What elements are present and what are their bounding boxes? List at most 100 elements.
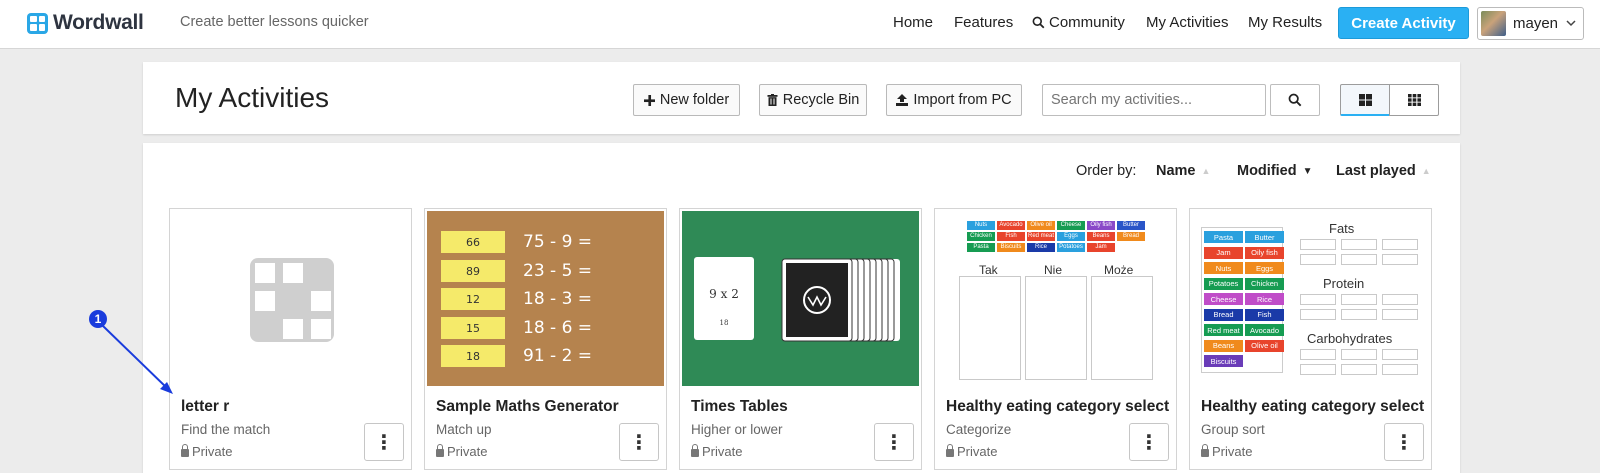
category-item: Cheese bbox=[1057, 221, 1085, 230]
activity-title[interactable]: Times Tables bbox=[691, 398, 788, 416]
import-from-pc-button[interactable]: Import from PC bbox=[886, 84, 1022, 116]
activity-menu-button[interactable]: ⋮ bbox=[1129, 423, 1169, 461]
group-slot bbox=[1341, 294, 1377, 305]
activity-thumbnail[interactable]: 9 x 2 18 bbox=[682, 211, 919, 386]
math-sum: 18 - 3 = bbox=[523, 289, 593, 309]
activity-title[interactable]: Sample Maths Generator bbox=[436, 398, 619, 416]
tagline: Create better lessons quicker bbox=[180, 14, 369, 30]
activity-privacy: Private bbox=[1201, 443, 1252, 459]
activity-menu-button[interactable]: ⋮ bbox=[874, 423, 914, 461]
group-sort-item: Rice bbox=[1245, 293, 1284, 305]
category-item: Beans bbox=[1087, 232, 1115, 241]
sticky-note: 15 bbox=[441, 317, 505, 339]
group-sort-item: Butter bbox=[1245, 231, 1284, 243]
activity-thumbnail[interactable] bbox=[172, 211, 409, 386]
activity-card[interactable]: 9 x 2 18 Times Tables Higher or lower Pr… bbox=[679, 208, 922, 470]
activity-card[interactable]: letter r Find the match Private ⋮ bbox=[169, 208, 412, 470]
category-item: Red meat bbox=[1027, 232, 1055, 241]
activity-menu-button[interactable]: ⋮ bbox=[619, 423, 659, 461]
search-input[interactable] bbox=[1042, 84, 1266, 116]
nav-my-activities[interactable]: My Activities bbox=[1146, 14, 1229, 31]
activity-card[interactable]: Pasta Butter Jam Oily fish Nuts Eggs Potatoes C… bbox=[1189, 208, 1432, 470]
activity-menu-button[interactable]: ⋮ bbox=[1384, 423, 1424, 461]
sort-arrow-icon: ▲ bbox=[1421, 166, 1431, 176]
group-slot bbox=[1300, 254, 1336, 265]
category-column bbox=[1025, 276, 1087, 380]
activity-title[interactable]: Healthy eating category select bbox=[946, 398, 1169, 416]
privacy-label: Private bbox=[447, 444, 488, 459]
recycle-bin-button[interactable]: Recycle Bin bbox=[759, 84, 867, 116]
group-sort-item: Nuts bbox=[1204, 262, 1243, 274]
category-item: Butter bbox=[1117, 221, 1145, 230]
group-sort-item: Potatoes bbox=[1204, 277, 1243, 290]
plus-icon bbox=[643, 94, 655, 106]
category-column bbox=[959, 276, 1021, 380]
group-slot bbox=[1382, 349, 1418, 360]
group-slot bbox=[1382, 294, 1418, 305]
wordwall-logo[interactable]: Wordwall bbox=[27, 11, 144, 35]
top-navbar: Wordwall Create better lessons quicker H… bbox=[0, 0, 1600, 49]
group-slot bbox=[1341, 239, 1377, 250]
wordwall-logo-icon bbox=[27, 12, 48, 34]
math-sum: 18 - 6 = bbox=[523, 318, 593, 338]
sort-modified-label: Modified bbox=[1237, 163, 1297, 179]
sort-by-modified[interactable]: Modified ▼ bbox=[1237, 163, 1313, 179]
category-item: Biscuits bbox=[997, 243, 1025, 252]
group-slot bbox=[1300, 294, 1336, 305]
category-item: Pasta bbox=[967, 243, 995, 252]
create-activity-button[interactable]: Create Activity bbox=[1338, 7, 1469, 39]
group-slot bbox=[1300, 349, 1336, 360]
group-slot bbox=[1300, 364, 1336, 375]
activity-title[interactable]: letter r bbox=[181, 398, 229, 416]
upload-icon bbox=[896, 94, 909, 106]
activity-card[interactable]: Nuts Avocado Olive oil Cheese Oily fish Butte… bbox=[934, 208, 1177, 470]
activity-thumbnail[interactable]: 66 89 12 15 18 75 - 9 = 23 - 5 = 18 - 3 … bbox=[427, 211, 664, 386]
category-item: Avocado bbox=[997, 221, 1025, 230]
nav-features[interactable]: Features bbox=[954, 14, 1013, 31]
sort-by-last-played[interactable]: Last played ▲ bbox=[1336, 163, 1431, 179]
sort-by-name[interactable]: Name ▲ bbox=[1156, 163, 1210, 179]
small-grid-view-button[interactable] bbox=[1389, 84, 1439, 116]
group-slot bbox=[1300, 309, 1336, 320]
group-sort-item: Bread bbox=[1204, 308, 1243, 321]
group-slot bbox=[1382, 239, 1418, 250]
activity-thumbnail[interactable]: Nuts Avocado Olive oil Cheese Oily fish Butte… bbox=[937, 211, 1174, 386]
nav-home[interactable]: Home bbox=[893, 14, 933, 31]
avatar bbox=[1481, 11, 1506, 36]
math-sum: 23 - 5 = bbox=[523, 261, 593, 281]
sticky-note: 89 bbox=[441, 260, 505, 282]
group-sort-item: Biscuits bbox=[1204, 355, 1243, 367]
privacy-label: Private bbox=[702, 444, 743, 459]
lock-icon bbox=[181, 443, 189, 457]
new-folder-button[interactable]: New folder bbox=[633, 84, 740, 116]
activity-card[interactable]: 66 89 12 15 18 75 - 9 = 23 - 5 = 18 - 3 … bbox=[424, 208, 667, 470]
activity-title[interactable]: Healthy eating category select bbox=[1201, 398, 1424, 416]
activity-type: Group sort bbox=[1201, 422, 1265, 437]
large-grid-view-button[interactable] bbox=[1340, 84, 1390, 116]
activity-menu-button[interactable]: ⋮ bbox=[364, 423, 404, 461]
group-sort-item: Chicken bbox=[1245, 277, 1284, 290]
nav-community-label: Community bbox=[1049, 14, 1125, 31]
math-sum: 75 - 9 = bbox=[523, 232, 593, 252]
user-menu-button[interactable]: mayen bbox=[1477, 7, 1584, 40]
group-sort-item: Avocado bbox=[1245, 324, 1284, 336]
activity-thumbnail[interactable]: Pasta Butter Jam Oily fish Nuts Eggs Potatoes C… bbox=[1192, 211, 1429, 386]
more-vertical-icon: ⋮ bbox=[374, 431, 394, 454]
nav-my-results[interactable]: My Results bbox=[1248, 14, 1322, 31]
activity-type: Higher or lower bbox=[691, 422, 783, 437]
sort-last-played-label: Last played bbox=[1336, 163, 1416, 179]
small-grid-icon bbox=[1407, 94, 1421, 106]
card-deck-image bbox=[781, 258, 900, 342]
category-item: Potatoes bbox=[1057, 243, 1085, 252]
search-button[interactable] bbox=[1270, 84, 1320, 116]
category-item: Eggs bbox=[1057, 232, 1085, 241]
activity-type: Find the match bbox=[181, 422, 271, 437]
category-item: Jam bbox=[1087, 243, 1115, 252]
group-slot bbox=[1382, 364, 1418, 375]
group-title: Protein bbox=[1323, 276, 1365, 291]
card-sum: 9 x 2 bbox=[709, 287, 739, 301]
activity-privacy: Private bbox=[436, 443, 488, 459]
lock-icon bbox=[946, 443, 954, 457]
nav-community[interactable]: Community bbox=[1032, 14, 1125, 31]
activity-type: Categorize bbox=[946, 422, 1012, 437]
